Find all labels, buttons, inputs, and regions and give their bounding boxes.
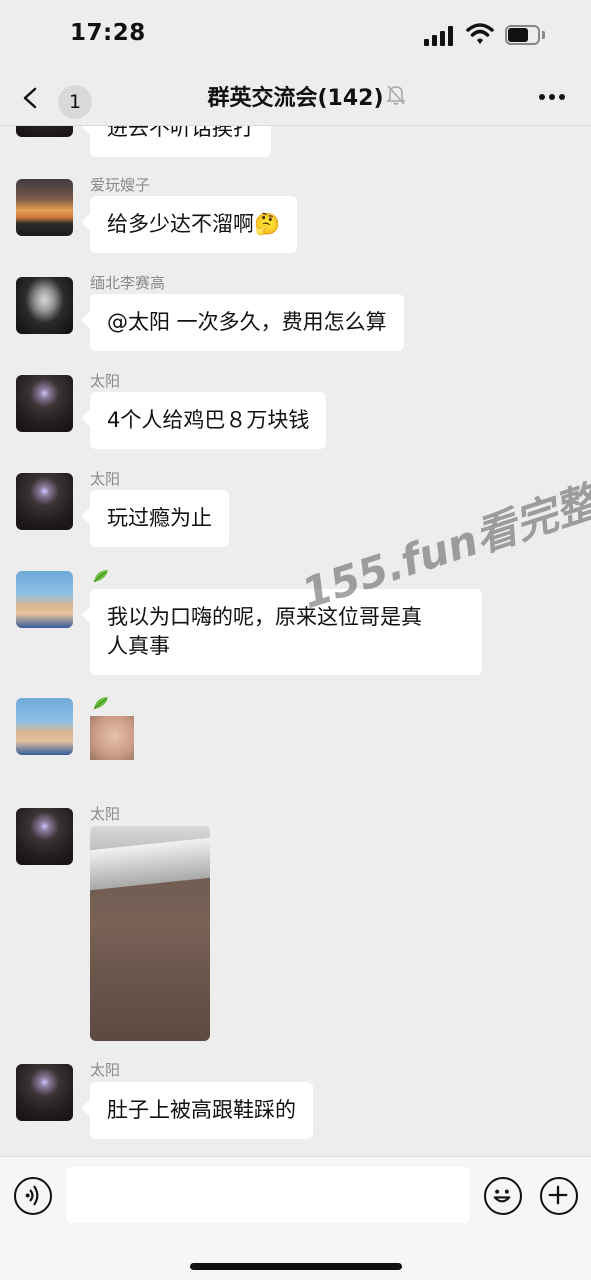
unread-badge: 1 <box>58 85 92 119</box>
image-message[interactable] <box>90 716 134 760</box>
sender-name: 太阳 <box>90 470 121 488</box>
message-bubble[interactable]: @太阳 一次多久，费用怎么算 <box>90 294 404 351</box>
message-text: 玩过瘾为止 <box>107 506 212 530</box>
smiley-icon <box>493 1189 511 1203</box>
avatar[interactable] <box>16 277 73 334</box>
voice-button[interactable] <box>14 1177 52 1215</box>
message-text: @太阳 一次多久，费用怎么算 <box>107 310 387 334</box>
message-text: 肚子上被高跟鞋踩的 <box>107 1098 296 1122</box>
back-button[interactable]: 1 <box>14 78 92 119</box>
message-text: 4个人给鸡巴８万块钱 <box>107 408 310 432</box>
message-text: 人真事 <box>107 634 170 658</box>
avatar[interactable] <box>16 1064 73 1121</box>
emoji-button[interactable] <box>484 1177 522 1215</box>
avatar[interactable] <box>16 375 73 432</box>
home-indicator[interactable] <box>190 1263 402 1270</box>
avatar[interactable] <box>16 808 73 865</box>
ellipsis-icon[interactable] <box>536 86 568 108</box>
bell-slash-icon <box>386 85 406 105</box>
sender-name: 爱玩嫂子 <box>90 176 151 194</box>
status-bar: 17:28 <box>0 0 591 70</box>
avatar[interactable] <box>16 571 73 628</box>
sender-name: 缅北李赛高 <box>90 274 166 292</box>
message-bubble[interactable]: 给多少达不溜啊🤔 <box>90 196 298 253</box>
battery-icon <box>505 25 545 45</box>
voice-icon <box>25 1185 39 1206</box>
message-bubble[interactable]: 我以为口嗨的呢，原来这位哥是真 人真事 <box>90 589 482 675</box>
leaf-icon <box>93 697 108 710</box>
message-text: 我以为口嗨的呢，原来这位哥是真 <box>107 605 422 629</box>
status-time: 17:28 <box>70 20 146 46</box>
message-input[interactable] <box>66 1167 470 1223</box>
more-options-button[interactable] <box>540 1177 578 1215</box>
chat-header: 群英交流会(142) 1 <box>0 70 591 126</box>
chevron-left-icon <box>23 87 37 109</box>
plus-circle-icon <box>548 1185 568 1205</box>
message-bubble[interactable]: 肚子上被高跟鞋踩的 <box>90 1082 313 1139</box>
message-bubble[interactable]: 4个人给鸡巴８万块钱 <box>90 392 327 449</box>
sender-name: 太阳 <box>90 372 121 390</box>
avatar[interactable] <box>16 179 73 236</box>
leaf-icon <box>93 570 108 583</box>
message-bubble[interactable]: 玩过瘾为止 <box>90 490 229 547</box>
sender-name: 太阳 <box>90 805 121 823</box>
input-bar <box>0 1156 591 1280</box>
image-message[interactable] <box>90 826 210 1041</box>
avatar[interactable] <box>16 698 73 755</box>
sender-name: 太阳 <box>90 1061 121 1079</box>
wifi-icon <box>466 23 494 44</box>
signal-icon <box>424 26 456 46</box>
avatar[interactable] <box>16 473 73 530</box>
message-text: 给多少达不溜啊🤔 <box>107 212 281 236</box>
